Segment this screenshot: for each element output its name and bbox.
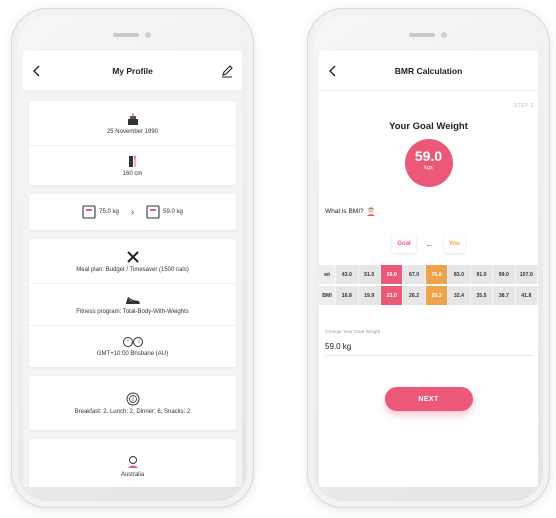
fitness-text: Fitness program: Total-Body-With-Weights — [76, 309, 189, 315]
legend-you: You — [443, 235, 465, 253]
wt-cell[interactable]: 59.0 — [380, 265, 404, 284]
goal-weight-value: 59.0 — [414, 148, 443, 164]
phone-notch — [389, 31, 469, 39]
globe-person-icon — [127, 455, 138, 468]
bmi-row-header: BMI — [319, 286, 337, 305]
bmi-cell[interactable]: 16.8 — [336, 286, 359, 305]
scale-icon — [146, 205, 160, 219]
wt-cell[interactable]: 51.0 — [358, 265, 381, 284]
card-meals[interactable]: Breakfast: 2, Lunch: 2, Dinner: 6, Snack… — [29, 376, 236, 430]
card-country[interactable]: Australia — [29, 439, 236, 487]
bmi-legend: Goal ← You — [319, 235, 538, 253]
current-weight-text: 75.0 kg — [99, 209, 119, 215]
camera — [144, 32, 151, 38]
current-weight: 75.0 kg — [82, 205, 119, 219]
bmi-cell[interactable]: 29.3 — [425, 286, 449, 305]
phone-frame-right: BMR Calculation STEP 2 Your Goal Weight … — [307, 8, 550, 508]
speaker — [112, 33, 139, 37]
wt-cell[interactable]: 43.0 — [336, 265, 359, 284]
bmi-cell[interactable]: 38.7 — [493, 286, 516, 305]
wt-cell[interactable]: 83.0 — [448, 265, 471, 284]
fitness-row[interactable]: Fitness program: Total-Body-With-Weights — [29, 283, 236, 325]
bmi-table: wt 43.0 51.0 59.0 67.0 75.0 83.0 91.0 99.0 107.0… — [319, 265, 538, 305]
phone-notch — [93, 31, 173, 39]
wt-cell[interactable]: 67.0 — [403, 265, 426, 284]
phone-frame-left: My Profile 25 November 1990 160 cm 75.0 … — [11, 8, 254, 508]
chevron-left-icon — [33, 65, 40, 77]
step-indicator: STEP 2 — [513, 103, 534, 109]
bmi-cell[interactable]: 32.4 — [448, 286, 471, 305]
bmi-cell[interactable]: 35.5 — [470, 286, 494, 305]
edit-button[interactable] — [218, 61, 236, 81]
clock-icon — [122, 337, 143, 347]
chevron-left-icon — [329, 65, 336, 77]
timezone-row[interactable]: GMT+10:00 Brisbane (AU) — [29, 325, 236, 367]
meal-plan-row[interactable]: Meal plan: Budget / Timesaver (1500 cals… — [29, 239, 236, 283]
card-body-info[interactable]: 25 November 1990 160 cm — [29, 101, 236, 185]
meals-row: Breakfast: 2, Lunch: 2, Dinner: 6, Snack… — [29, 376, 236, 430]
meals-text: Breakfast: 2, Lunch: 2, Dinner: 6, Snack… — [74, 408, 191, 415]
card-weight[interactable]: 75.0 kg › 59.0 kg — [29, 194, 236, 230]
change-goal-label: Change Your Goal Weight — [325, 330, 381, 335]
bmi-cell[interactable]: 23.0 — [380, 286, 404, 305]
shoe-icon — [125, 297, 140, 304]
goal-weight-text: 59.0 kg — [163, 209, 183, 215]
bmr-navbar: BMR Calculation — [319, 51, 538, 91]
camera — [440, 32, 447, 38]
cutlery-icon — [126, 250, 139, 263]
birthday-text: 25 November 1990 — [106, 128, 159, 135]
page-title: My Profile — [112, 65, 153, 76]
profile-screen: My Profile 25 November 1990 160 cm 75.0 … — [23, 51, 242, 487]
wt-cell[interactable]: 99.0 — [493, 265, 516, 284]
weight-arrow: › — [130, 206, 135, 218]
goal-weight-input[interactable]: 59.0 kg — [325, 338, 532, 356]
goal-weight-unit: kgs — [424, 165, 433, 171]
bmi-info-link[interactable]: What is BMI? — [325, 206, 376, 216]
back-button[interactable] — [29, 61, 47, 81]
bmr-screen: BMR Calculation STEP 2 Your Goal Weight … — [319, 51, 538, 487]
bmi-cell[interactable]: 19.9 — [358, 286, 381, 305]
back-button[interactable] — [325, 61, 343, 81]
wt-cell[interactable]: 107.0 — [515, 265, 538, 284]
bmi-cell[interactable]: 26.2 — [403, 286, 426, 305]
country-row: Australia — [29, 439, 236, 487]
legend-arrow: ← — [425, 239, 434, 249]
legend-goal: Goal — [392, 235, 416, 253]
meal-plan-text: Meal plan: Budget / Timesaver (1500 cals… — [76, 266, 189, 273]
birthday-row[interactable]: 25 November 1990 — [29, 101, 236, 145]
height-icon — [128, 155, 136, 167]
country-text: Australia — [120, 471, 145, 478]
weight-row-header: wt — [319, 265, 337, 284]
cake-icon — [127, 112, 138, 125]
height-text: 160 cm — [122, 171, 143, 177]
profile-cards: 25 November 1990 160 cm 75.0 kg › 59.0 k… — [23, 91, 242, 487]
pencil-icon — [222, 65, 233, 78]
scale-icon — [82, 205, 96, 219]
bmr-content: BMR Calculation STEP 2 Your Goal Weight … — [319, 51, 538, 487]
profile-navbar: My Profile — [23, 51, 242, 91]
page-title: BMR Calculation — [394, 65, 463, 76]
goal-weight: 59.0 kg — [146, 205, 183, 219]
wt-cell[interactable]: 75.0 — [425, 265, 449, 284]
bmi-cell[interactable]: 41.8 — [515, 286, 538, 305]
wt-cell[interactable]: 91.0 — [470, 265, 494, 284]
bmi-question-text: What is BMI? — [325, 207, 364, 215]
goal-weight-badge: 59.0 kgs — [404, 139, 453, 187]
next-button[interactable]: NEXT — [384, 387, 473, 411]
speaker — [408, 33, 435, 37]
weight-row: 75.0 kg › 59.0 kg — [29, 194, 236, 230]
card-plans: Meal plan: Budget / Timesaver (1500 cals… — [29, 239, 236, 367]
plate-icon — [126, 392, 139, 405]
bmi-table-row: BMI 16.8 19.9 23.0 26.2 29.3 32.4 35.5 38.7 41.8 — [319, 286, 538, 305]
timezone-text: GMT+10:00 Brisbane (AU) — [96, 351, 169, 357]
weight-table-row: wt 43.0 51.0 59.0 67.0 75.0 83.0 91.0 99.0 107.0 — [319, 265, 538, 284]
person-icon — [366, 207, 375, 216]
goal-heading: Your Goal Weight — [389, 121, 468, 132]
height-row[interactable]: 160 cm — [29, 145, 236, 185]
